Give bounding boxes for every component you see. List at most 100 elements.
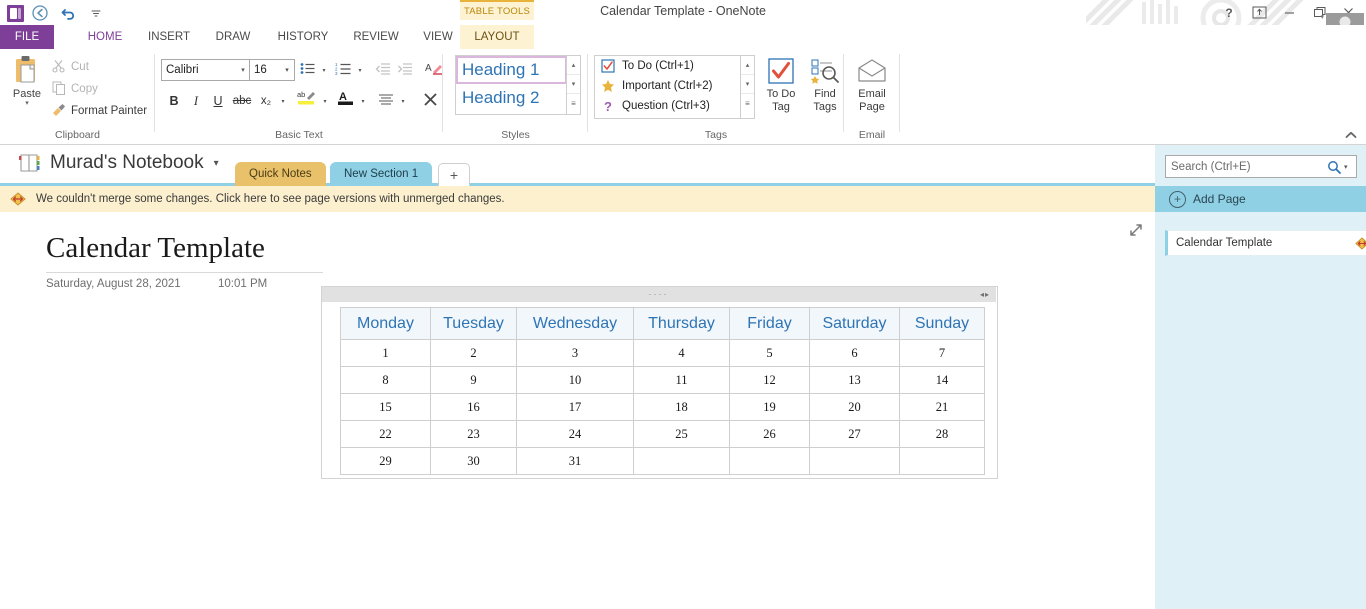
- bulleted-list-dropdown[interactable]: ▾: [318, 60, 330, 80]
- chevron-down-icon[interactable]: ▾: [214, 158, 219, 169]
- style-heading-1[interactable]: Heading 1: [456, 56, 567, 84]
- bulleted-list-button[interactable]: [297, 60, 317, 80]
- find-tags-button[interactable]: Find Tags: [802, 54, 848, 114]
- tab-layout[interactable]: LAYOUT: [460, 25, 534, 49]
- text-highlight-button[interactable]: ab: [295, 89, 319, 109]
- chevron-down-icon[interactable]: ▾: [280, 61, 294, 79]
- tab-history[interactable]: HISTORY: [258, 25, 348, 49]
- underline-button[interactable]: U: [208, 91, 228, 111]
- expand-arrow-icon[interactable]: [1128, 222, 1144, 238]
- table-cell[interactable]: 27: [809, 420, 900, 448]
- table-header-cell[interactable]: Thursday: [633, 307, 730, 340]
- page-date[interactable]: Saturday, August 28, 2021: [46, 278, 181, 290]
- tag-item-todo[interactable]: To Do (Ctrl+1): [595, 56, 741, 76]
- add-page-button[interactable]: + Add Page: [1155, 186, 1366, 212]
- table-cell[interactable]: 7: [899, 339, 985, 367]
- search-input[interactable]: Search (Ctrl+E) ▾: [1165, 155, 1357, 178]
- strikethrough-button[interactable]: abc: [230, 91, 254, 111]
- page-time[interactable]: 10:01 PM: [218, 278, 267, 290]
- page-list-item-calendar-template[interactable]: Calendar Template: [1165, 230, 1366, 256]
- paste-dropdown-caret-icon[interactable]: ▾: [5, 100, 49, 108]
- subscript-dropdown[interactable]: ▾: [277, 91, 289, 111]
- text-highlight-dropdown[interactable]: ▾: [319, 91, 331, 111]
- tab-file[interactable]: FILE: [0, 25, 54, 49]
- copy-button[interactable]: Copy: [52, 80, 98, 98]
- add-section-button[interactable]: +: [438, 163, 470, 186]
- table-header-cell[interactable]: Friday: [729, 307, 810, 340]
- table-cell[interactable]: 21: [899, 393, 985, 421]
- table-resize-handle[interactable]: ◂▸: [974, 287, 996, 302]
- table-cell[interactable]: 11: [633, 366, 730, 394]
- increase-indent-button[interactable]: [395, 60, 415, 80]
- table-cell[interactable]: 3: [516, 339, 634, 367]
- table-cell[interactable]: 6: [809, 339, 900, 367]
- search-icon[interactable]: [1324, 160, 1344, 174]
- font-color-dropdown[interactable]: ▾: [357, 91, 369, 111]
- subscript-button[interactable]: x₂: [255, 91, 277, 111]
- table-cell[interactable]: 23: [430, 420, 517, 448]
- styles-gallery[interactable]: Heading 1 Heading 2: [455, 55, 568, 115]
- collapse-ribbon-button[interactable]: [1342, 128, 1360, 142]
- table-cell[interactable]: 17: [516, 393, 634, 421]
- table-cell[interactable]: 16: [430, 393, 517, 421]
- tags-more-icon[interactable]: ≡: [741, 94, 754, 112]
- style-heading-2[interactable]: Heading 2: [456, 84, 567, 112]
- table-cell[interactable]: 24: [516, 420, 634, 448]
- page-title[interactable]: Calendar Template: [46, 232, 265, 265]
- help-button[interactable]: ?: [1214, 2, 1244, 24]
- styles-gallery-scroll[interactable]: ▴ ▾ ≡: [566, 55, 581, 115]
- table-cell[interactable]: 9: [430, 366, 517, 394]
- table-cell[interactable]: 4: [633, 339, 730, 367]
- table-cell[interactable]: 13: [809, 366, 900, 394]
- table-cell[interactable]: 26: [729, 420, 810, 448]
- todo-tag-button[interactable]: To Do Tag: [758, 54, 804, 114]
- ribbon-display-options-button[interactable]: [1244, 2, 1274, 24]
- table-cell[interactable]: 28: [899, 420, 985, 448]
- table-header-cell[interactable]: Monday: [340, 307, 431, 340]
- numbered-list-dropdown[interactable]: ▾: [354, 60, 366, 80]
- table-cell[interactable]: 31: [516, 447, 634, 475]
- notebook-selector[interactable]: Murad's Notebook ▾: [18, 152, 219, 174]
- table-cell[interactable]: 8: [340, 366, 431, 394]
- format-painter-button[interactable]: Format Painter: [52, 102, 147, 120]
- table-cell[interactable]: [633, 447, 730, 475]
- styles-scroll-up-icon[interactable]: ▴: [567, 56, 580, 75]
- table-cell[interactable]: 10: [516, 366, 634, 394]
- font-size-select[interactable]: 16 ▾: [249, 59, 295, 81]
- cut-button[interactable]: Cut: [52, 58, 89, 76]
- table-cell[interactable]: 15: [340, 393, 431, 421]
- table-header-cell[interactable]: Wednesday: [516, 307, 634, 340]
- decrease-indent-button[interactable]: [373, 60, 393, 80]
- table-move-handle[interactable]: ····: [322, 287, 995, 302]
- table-cell[interactable]: 5: [729, 339, 810, 367]
- table-cell[interactable]: 12: [729, 366, 810, 394]
- table-cell[interactable]: 22: [340, 420, 431, 448]
- table-cell[interactable]: 20: [809, 393, 900, 421]
- table-cell[interactable]: [729, 447, 810, 475]
- table-cell[interactable]: 18: [633, 393, 730, 421]
- tag-item-important[interactable]: Important (Ctrl+2): [595, 76, 741, 96]
- merge-warning-bar[interactable]: We couldn't merge some changes. Click he…: [0, 186, 1165, 213]
- avatar[interactable]: [1326, 13, 1364, 25]
- section-tab-quick-notes[interactable]: Quick Notes: [235, 162, 326, 186]
- styles-scroll-down-icon[interactable]: ▾: [567, 75, 580, 94]
- font-color-button[interactable]: A: [335, 89, 357, 109]
- table-cell[interactable]: [899, 447, 985, 475]
- table-cell[interactable]: 1: [340, 339, 431, 367]
- table-cell[interactable]: 29: [340, 447, 431, 475]
- align-button[interactable]: [375, 91, 397, 111]
- email-page-button[interactable]: Email Page: [849, 54, 895, 114]
- table-cell[interactable]: 2: [430, 339, 517, 367]
- align-dropdown[interactable]: ▾: [397, 91, 409, 111]
- tags-gallery-scroll[interactable]: ▴ ▾ ≡: [740, 55, 755, 119]
- table-header-cell[interactable]: Tuesday: [430, 307, 517, 340]
- table-cell[interactable]: 25: [633, 420, 730, 448]
- paste-button[interactable]: Paste ▾: [5, 55, 49, 108]
- calendar-table[interactable]: Monday Tuesday Wednesday Thursday Friday Satu…: [340, 307, 985, 475]
- chevron-down-icon[interactable]: ▾: [236, 61, 250, 79]
- table-cell[interactable]: 19: [729, 393, 810, 421]
- section-tab-new-section-1[interactable]: New Section 1: [330, 162, 433, 186]
- tags-gallery[interactable]: To Do (Ctrl+1) Important (Ctrl+2) ? Ques…: [594, 55, 742, 119]
- numbered-list-button[interactable]: 1 2 3: [333, 60, 353, 80]
- font-name-select[interactable]: Calibri ▾: [161, 59, 251, 81]
